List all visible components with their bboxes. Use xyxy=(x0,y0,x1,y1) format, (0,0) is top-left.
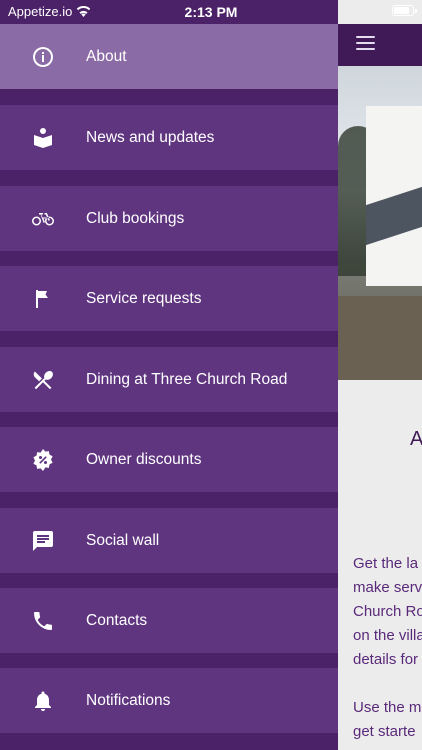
intro-line: Get the la xyxy=(353,555,419,572)
bicycle-icon xyxy=(31,207,55,231)
intro-line: Church Ro xyxy=(353,603,422,620)
info-icon xyxy=(31,45,55,69)
menu-item-contacts[interactable]: Contacts xyxy=(0,588,338,653)
page-heading: A xyxy=(410,428,422,450)
menu-item-label: Service requests xyxy=(86,289,202,307)
clock: 2:13 PM xyxy=(184,4,238,20)
intro-line: details for xyxy=(353,651,419,668)
menu-item-social-wall[interactable]: Social wall xyxy=(0,508,338,573)
menu-item-notifications[interactable]: Notifications xyxy=(0,668,338,733)
instructions-line: Use the m xyxy=(353,699,422,716)
discount-badge-icon xyxy=(31,448,55,472)
background-page: A Get the la make serv Church Ro on the … xyxy=(338,0,422,750)
menu-item-dining[interactable]: Dining at Three Church Road xyxy=(0,347,338,412)
battery-fill xyxy=(394,7,409,14)
intro-text: Get the la make serv Church Ro on the vi… xyxy=(353,552,422,672)
status-bar: Appetize.io 2:13 PM xyxy=(0,0,422,24)
menu-item-service-requests[interactable]: Service requests xyxy=(0,266,338,331)
instructions-text: Use the m get starte xyxy=(353,696,421,744)
hamburger-menu-icon[interactable] xyxy=(356,36,375,50)
book-reader-icon xyxy=(31,126,55,150)
menu-item-news[interactable]: News and updates xyxy=(0,105,338,170)
menu-item-label: Notifications xyxy=(86,691,171,709)
bell-icon xyxy=(31,689,55,713)
app-header xyxy=(338,24,422,66)
menu-item-about[interactable]: About xyxy=(0,24,338,89)
hero-photo xyxy=(338,66,422,380)
menu-item-label: News and updates xyxy=(86,128,215,146)
menu-item-club-bookings[interactable]: Club bookings xyxy=(0,186,338,251)
chat-icon xyxy=(31,529,55,553)
menu-item-label: Dining at Three Church Road xyxy=(86,370,288,388)
intro-line: make serv xyxy=(353,579,422,596)
menu-item-owner-discounts[interactable]: Owner discounts xyxy=(0,427,338,492)
battery-icon xyxy=(392,5,417,16)
menu-item-label: Social wall xyxy=(86,531,160,549)
menu-item-label: Owner discounts xyxy=(86,450,202,468)
instructions-line: get starte xyxy=(353,723,416,740)
menu-item-label: About xyxy=(86,47,127,65)
menu-item-label: Contacts xyxy=(86,611,148,629)
menu-item-label: Club bookings xyxy=(86,209,185,227)
navigation-drawer: About News and updates Club bookings Ser… xyxy=(0,0,338,750)
phone-icon xyxy=(31,609,55,633)
intro-line: on the villa xyxy=(353,627,422,644)
flag-icon xyxy=(31,287,55,311)
fork-knife-icon xyxy=(31,368,55,392)
